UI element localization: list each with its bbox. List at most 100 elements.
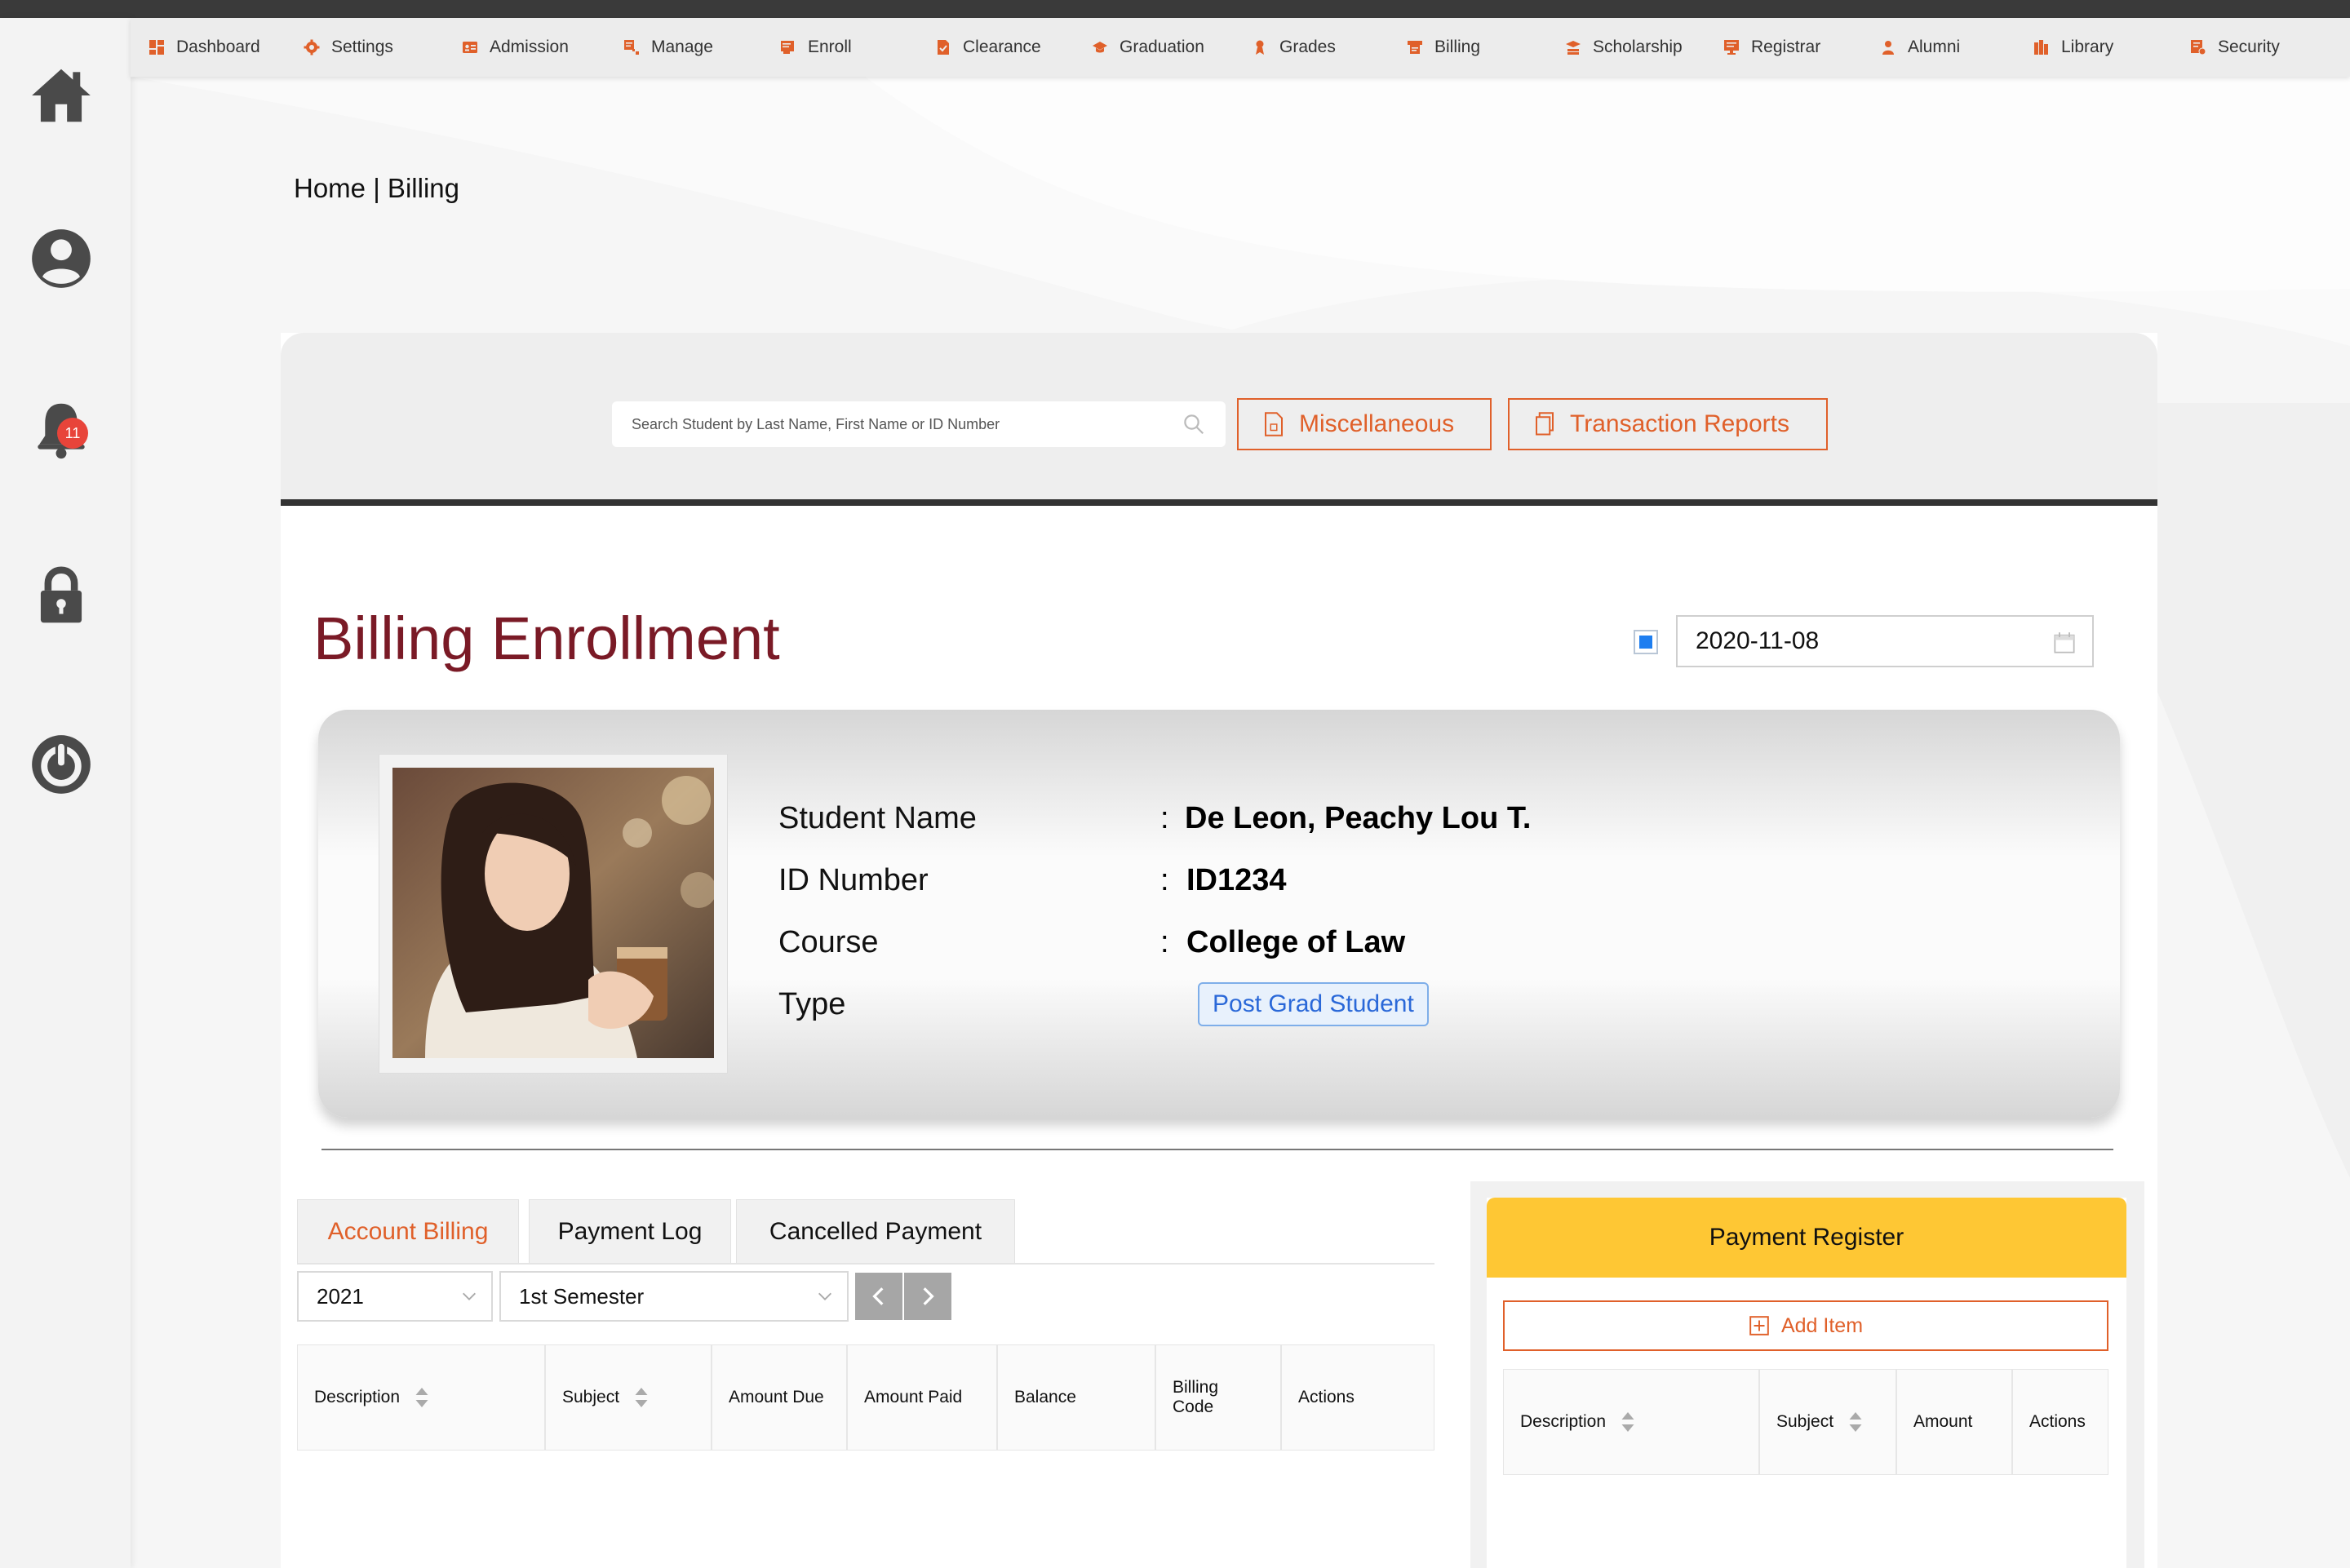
nav-enroll[interactable]: Enroll xyxy=(780,18,852,77)
semester-select[interactable]: 1st Semester xyxy=(499,1271,849,1322)
year-select[interactable]: 2021 xyxy=(297,1271,493,1322)
home-icon[interactable] xyxy=(26,60,96,131)
nav-clearance[interactable]: Clearance xyxy=(935,18,1041,77)
column-subject[interactable]: Subject xyxy=(545,1344,712,1451)
column-label: Amount Due xyxy=(729,1388,824,1406)
column-subject[interactable]: Subject xyxy=(1759,1369,1896,1475)
nav-graduation[interactable]: Graduation xyxy=(1092,18,1204,77)
column-label: Description xyxy=(314,1388,401,1406)
column-label: Description xyxy=(1520,1412,1607,1431)
sort-icon[interactable] xyxy=(1848,1410,1863,1434)
nav-label: Enroll xyxy=(808,38,852,56)
sort-icon[interactable] xyxy=(1621,1410,1635,1434)
tab-account-billing[interactable]: Account Billing xyxy=(297,1199,519,1265)
column-description[interactable]: Description xyxy=(1503,1369,1759,1475)
column-description[interactable]: Description xyxy=(297,1344,545,1451)
column-balance: Balance xyxy=(997,1344,1155,1451)
column-label: Subject xyxy=(1776,1412,1834,1431)
nav-settings[interactable]: Settings xyxy=(304,18,393,77)
nav-dashboard[interactable]: Dashboard xyxy=(149,18,260,77)
column-amount-paid: Amount Paid xyxy=(847,1344,997,1451)
nav-label: Admission xyxy=(490,38,569,56)
nav-label: Billing xyxy=(1434,38,1481,56)
field-separator: : xyxy=(1160,863,1169,897)
window-top-strip xyxy=(0,0,2350,18)
date-filter-checkbox[interactable] xyxy=(1634,630,1658,654)
semester-value: 1st Semester xyxy=(519,1283,645,1309)
student-photo xyxy=(392,768,714,1058)
date-value: 2020-11-08 xyxy=(1696,627,1820,654)
sidebar: 11 xyxy=(0,18,131,1568)
nav-security[interactable]: Security xyxy=(2190,18,2280,77)
column-label: Amount xyxy=(1913,1412,1973,1431)
date-picker[interactable]: 2020-11-08 xyxy=(1676,615,2094,667)
column-label: Subject xyxy=(562,1388,620,1406)
dashboard-icon xyxy=(149,40,164,55)
nav-label: Dashboard xyxy=(176,38,260,56)
billing-card: Miscellaneous Transaction Reports Billin… xyxy=(281,333,2157,1568)
security-icon xyxy=(2191,40,2206,55)
chevron-right-icon xyxy=(923,1287,934,1305)
column-actions: Actions xyxy=(2012,1369,2108,1475)
clearance-icon xyxy=(938,40,949,55)
search-box[interactable] xyxy=(612,401,1226,447)
tab-payment-log[interactable]: Payment Log xyxy=(529,1199,731,1265)
add-item-button[interactable]: Add Item xyxy=(1503,1300,2108,1351)
gear-icon xyxy=(304,39,320,55)
student-type-badge: Post Grad Student xyxy=(1198,982,1429,1026)
enroll-icon xyxy=(781,41,794,54)
lock-icon[interactable] xyxy=(26,561,96,631)
nav-label: Alumni xyxy=(1908,38,1961,56)
column-amount-due: Amount Due xyxy=(712,1344,847,1451)
document-icon xyxy=(1265,412,1283,436)
billing-table-header: Description Subject Amount Due Amount Pa… xyxy=(297,1344,1434,1451)
miscellaneous-label: Miscellaneous xyxy=(1299,410,1455,437)
nav-library[interactable]: Library xyxy=(2033,18,2113,77)
column-amount: Amount xyxy=(1896,1369,2012,1475)
field-separator: : xyxy=(1160,801,1169,835)
top-navigation: Dashboard Settings Admission Manage Enro… xyxy=(131,18,2350,77)
payment-register: Payment Register Add Item Description Su… xyxy=(1487,1198,2126,1568)
nav-registrar[interactable]: Registrar xyxy=(1723,18,1820,77)
nav-label: Manage xyxy=(651,38,713,56)
chevron-down-icon xyxy=(463,1292,476,1300)
id-number-label: ID Number xyxy=(778,863,929,897)
breadcrumb[interactable]: Home | Billing xyxy=(294,173,459,204)
field-separator: : xyxy=(1160,925,1169,959)
nav-manage[interactable]: Manage xyxy=(623,18,713,77)
nav-grades[interactable]: Grades xyxy=(1252,18,1336,77)
search-input[interactable] xyxy=(632,415,1182,433)
billing-icon xyxy=(1408,41,1422,54)
nav-label: Graduation xyxy=(1120,38,1204,56)
transaction-reports-button[interactable]: Transaction Reports xyxy=(1508,398,1828,450)
user-icon[interactable] xyxy=(26,224,96,294)
nav-label: Settings xyxy=(331,38,393,56)
nav-scholarship[interactable]: Scholarship xyxy=(1565,18,1683,77)
sort-icon[interactable] xyxy=(415,1385,429,1410)
nav-admission[interactable]: Admission xyxy=(462,18,569,77)
student-name-label: Student Name xyxy=(778,801,977,835)
student-name-value: De Leon, Peachy Lou T. xyxy=(1185,801,1532,835)
column-actions: Actions xyxy=(1281,1344,1434,1451)
sort-icon[interactable] xyxy=(634,1385,649,1410)
next-button[interactable] xyxy=(904,1273,951,1320)
course-value: College of Law xyxy=(1186,925,1406,959)
nav-alumni[interactable]: Alumni xyxy=(1880,18,1960,77)
type-label: Type xyxy=(778,987,846,1021)
miscellaneous-button[interactable]: Miscellaneous xyxy=(1237,398,1492,450)
alumni-icon xyxy=(1882,41,1894,55)
id-card-icon xyxy=(463,42,477,53)
id-number-value: ID1234 xyxy=(1186,863,1287,897)
power-icon[interactable] xyxy=(26,729,96,800)
nav-label: Scholarship xyxy=(1593,38,1683,56)
tab-cancelled-payment[interactable]: Cancelled Payment xyxy=(736,1199,1015,1265)
nav-billing[interactable]: Billing xyxy=(1407,18,1480,77)
calendar-icon[interactable] xyxy=(2053,631,2076,654)
search-icon[interactable] xyxy=(1182,412,1206,436)
column-label: Actions xyxy=(2029,1412,2086,1431)
nav-label: Security xyxy=(2218,38,2280,56)
previous-button[interactable] xyxy=(855,1273,902,1320)
search-panel: Miscellaneous Transaction Reports xyxy=(281,333,2157,506)
add-item-label: Add Item xyxy=(1780,1313,1864,1337)
tab-underline xyxy=(297,1263,1434,1265)
